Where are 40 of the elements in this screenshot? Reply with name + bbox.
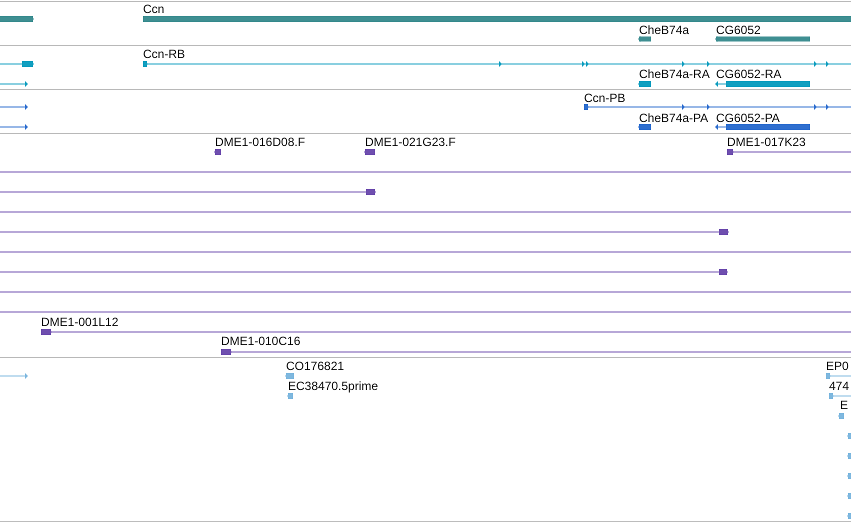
feature-label: Ccn-PB — [584, 91, 626, 105]
feature-label: CG6052-PA — [716, 111, 780, 125]
feature-glyph[interactable] — [364, 149, 375, 155]
feature-label: CheB74a — [639, 23, 690, 37]
feature-glyph[interactable] — [638, 81, 651, 87]
feature-label: 474 — [829, 379, 850, 393]
feature-glyph[interactable] — [214, 149, 221, 155]
feature-label: EC38470.5prime — [288, 379, 378, 393]
feature-glyph[interactable] — [0, 81, 28, 87]
feature-glyph[interactable] — [638, 36, 651, 42]
feature-label: CheB74a-RA — [639, 67, 710, 81]
feature-label: CO176821 — [286, 359, 344, 373]
feature-glyph[interactable] — [727, 149, 851, 155]
feature-label: DME1-021G23.F — [365, 135, 456, 149]
feature-label: Ccn-RB — [143, 47, 186, 61]
feature-glyph[interactable] — [0, 124, 28, 130]
feature-label: CheB74a-PA — [639, 111, 708, 125]
feature-glyph[interactable] — [221, 349, 851, 355]
feature-label: E — [840, 398, 848, 412]
feature-glyph[interactable] — [0, 16, 34, 22]
feature-label: Ccn — [143, 2, 164, 16]
feature-label: EP0 — [826, 359, 849, 373]
feature-glyph[interactable] — [143, 61, 851, 67]
feature-label: DME1-001L12 — [41, 315, 118, 329]
feature-label: DME1-016D08.F — [215, 135, 306, 149]
feature-glyph[interactable] — [0, 61, 34, 67]
feature-glyph[interactable] — [638, 124, 651, 130]
feature-glyph[interactable] — [0, 189, 376, 195]
feature-glyph[interactable] — [715, 36, 810, 42]
feature-glyph[interactable] — [0, 104, 28, 110]
feature-glyph[interactable] — [715, 124, 810, 130]
feature-glyph[interactable] — [715, 81, 810, 87]
feature-label: DME1-017K23 — [727, 135, 806, 149]
feature-glyph[interactable] — [0, 269, 728, 275]
feature-label: DME1-010C16 — [221, 334, 300, 348]
feature-label: CG6052 — [716, 23, 761, 37]
feature-label: CG6052-RA — [716, 67, 782, 81]
feature-glyph[interactable] — [41, 329, 851, 335]
feature-glyph[interactable] — [584, 104, 851, 110]
feature-glyph[interactable] — [0, 229, 729, 235]
